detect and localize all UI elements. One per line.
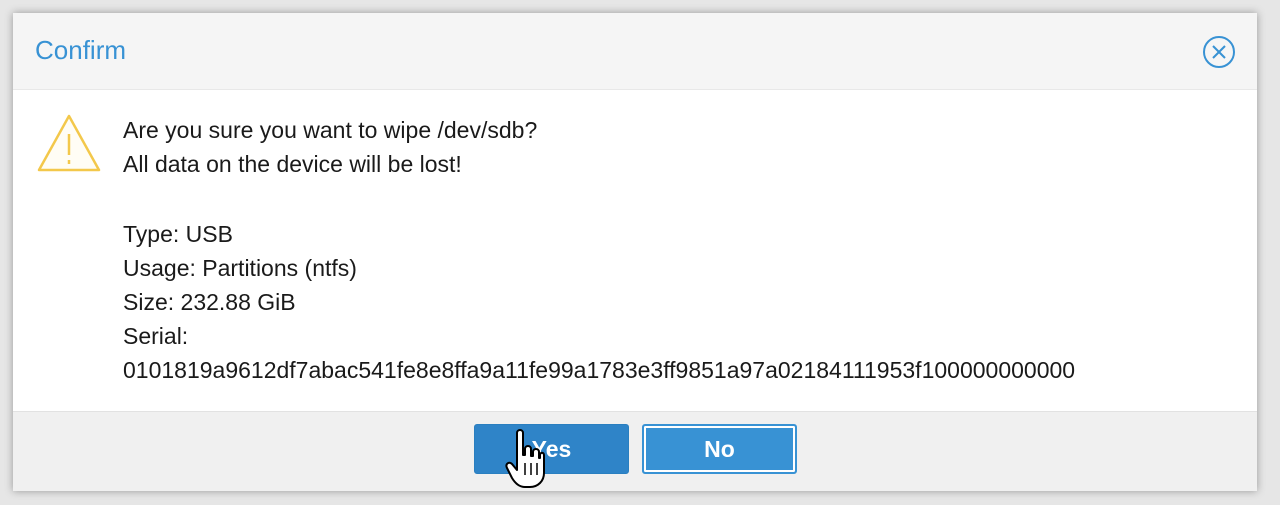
warning-icon [35, 112, 103, 174]
confirm-message: Are you sure you want to wipe /dev/sdb? … [123, 113, 1075, 387]
confirm-dialog: Confirm Are you sure you want to wipe /d… [13, 13, 1257, 491]
device-usage: Usage: Partitions (ntfs) [123, 255, 357, 281]
dialog-header: Confirm [13, 13, 1257, 90]
dialog-body: Are you sure you want to wipe /dev/sdb? … [13, 90, 1257, 411]
dialog-footer: Yes No [13, 411, 1257, 491]
device-size: Size: 232.88 GiB [123, 289, 296, 315]
close-icon[interactable] [1202, 35, 1236, 69]
message-warning: All data on the device will be lost! [123, 151, 462, 177]
dialog-title: Confirm [35, 35, 127, 65]
device-type: Type: USB [123, 221, 233, 247]
device-serial-value: 0101819a9612df7abac541fe8e8ffa9a11fe99a1… [123, 357, 1076, 383]
message-question: Are you sure you want to wipe /dev/sdb? [123, 117, 538, 143]
device-serial-label: Serial: [123, 323, 189, 349]
no-button[interactable]: No [642, 424, 797, 474]
yes-button[interactable]: Yes [474, 424, 629, 474]
